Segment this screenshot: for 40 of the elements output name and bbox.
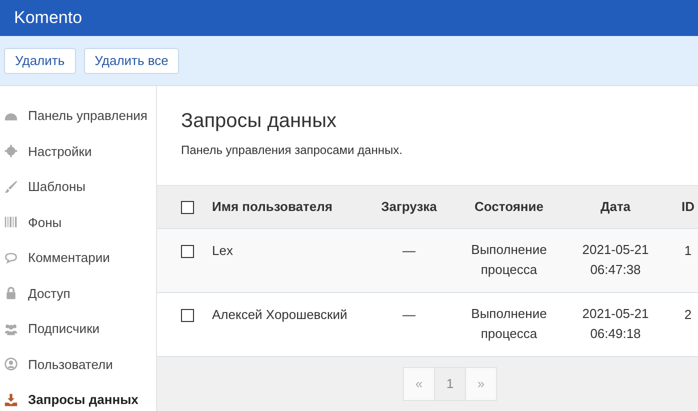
- users-icon: [4, 322, 18, 336]
- column-header: ID: [682, 199, 694, 214]
- toolbar-button[interactable]: Удалить все: [84, 48, 180, 74]
- table-cell: —: [402, 242, 416, 258]
- sidebar-item[interactable]: Фоны: [0, 204, 156, 240]
- page-title: Запросы данных: [181, 110, 338, 133]
- brush-icon: [4, 180, 18, 194]
- sidebar-item[interactable]: Подписчики: [0, 311, 156, 346]
- column-header: Состояние: [474, 199, 544, 214]
- table-cell: 2: [684, 306, 692, 322]
- sidebar-item[interactable]: Шаблоны: [0, 169, 156, 204]
- table-cell: 1: [684, 242, 692, 258]
- row-checkbox[interactable]: [181, 308, 194, 322]
- table-cell-text: Выполнение процесса: [470, 240, 548, 279]
- sidebar-item[interactable]: Комментарии: [0, 240, 156, 276]
- row-checkbox[interactable]: [181, 244, 194, 258]
- gear-icon: [4, 144, 18, 158]
- sidebar-item[interactable]: Пользователи: [0, 346, 156, 382]
- speech-bubble-icon: [4, 250, 18, 265]
- barcode-icon: [4, 215, 18, 230]
- table-cell-text: 2021-05-21 06:49:18: [581, 304, 650, 342]
- sidebar-item[interactable]: Панель управления: [0, 98, 156, 134]
- sidebar-item[interactable]: Запросы данных: [0, 382, 156, 411]
- table-cell: —: [402, 306, 416, 322]
- select-all-checkbox[interactable]: [181, 201, 194, 214]
- sidebar-item[interactable]: Доступ: [0, 276, 156, 311]
- lock-icon: [4, 286, 18, 300]
- table-cell: Алексей Хорошевский: [212, 306, 348, 322]
- toolbar-button[interactable]: Удалить: [4, 48, 76, 74]
- download-icon: [4, 392, 18, 407]
- table-cell-text: 2021-05-21 06:47:38: [581, 240, 650, 278]
- table-cell: Lex: [212, 242, 233, 258]
- app-title: Komento: [14, 8, 82, 28]
- user-icon: [4, 357, 18, 372]
- page-subtitle: Панель управления запросами данных.: [181, 143, 404, 157]
- column-header: Дата: [600, 199, 631, 214]
- column-header: Загрузка: [381, 199, 437, 214]
- sidebar-item[interactable]: Настройки: [0, 134, 156, 169]
- column-header: Имя пользователя: [212, 199, 332, 214]
- table-cell-text: Выполнение процесса: [470, 304, 548, 343]
